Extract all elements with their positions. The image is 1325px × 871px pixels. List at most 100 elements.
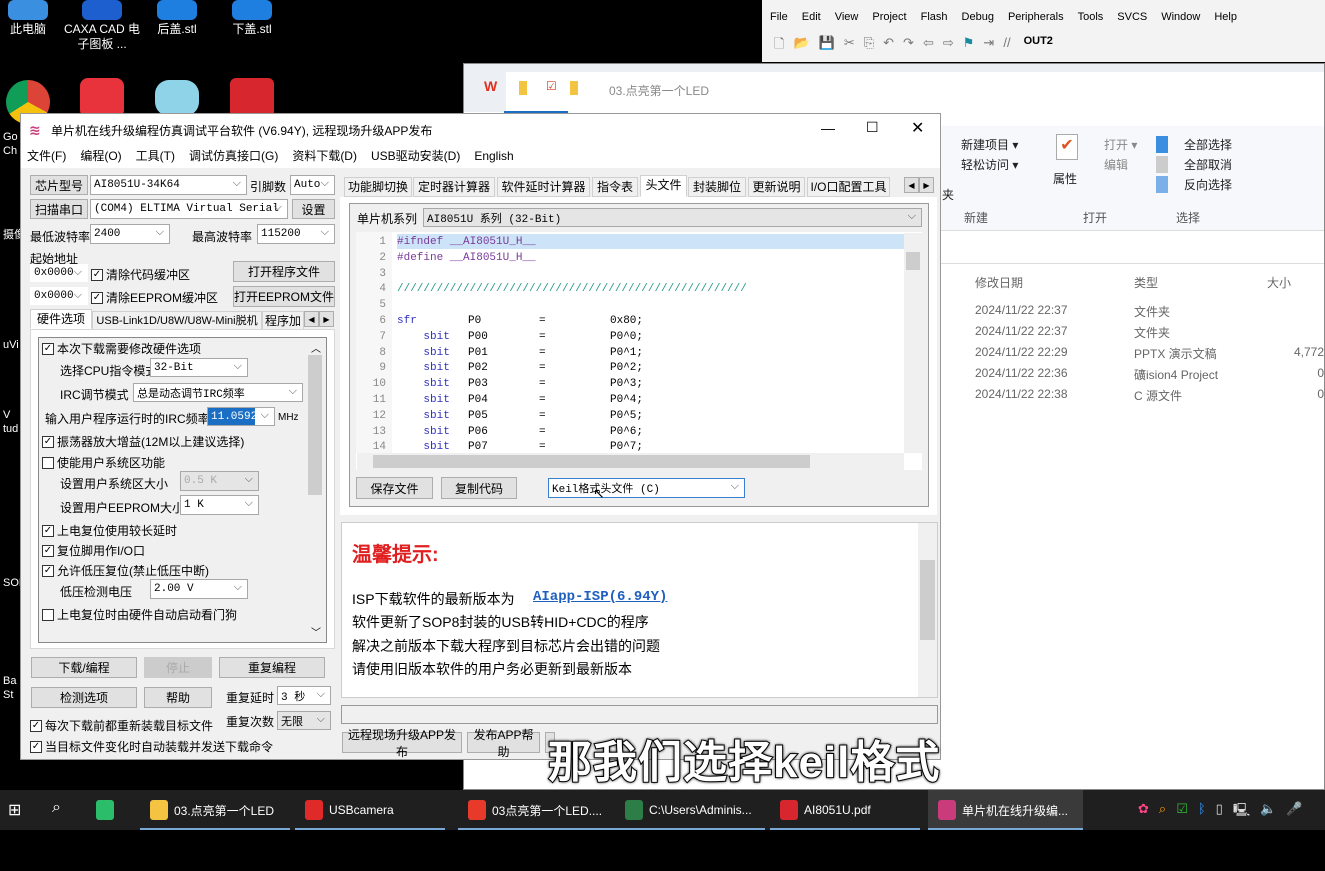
- scroll-up-icon[interactable]: ︿: [311, 340, 321, 355]
- tab-left-2[interactable]: 程序加: [262, 311, 304, 331]
- checkbox-icon[interactable]: [42, 608, 54, 621]
- keil-menu-item[interactable]: Project: [872, 11, 906, 23]
- taskbar-item[interactable]: AI8051U.pdf: [770, 790, 920, 830]
- keil-menu-item[interactable]: File: [770, 11, 788, 23]
- checkbox-icon[interactable]: ✓: [42, 524, 54, 537]
- file-row-date[interactable]: 2024/11/22 22:37: [975, 324, 1068, 338]
- tab-scroll-right[interactable]: ▶: [319, 311, 334, 327]
- taskbar-item[interactable]: 03点亮第一个LED....: [458, 790, 618, 830]
- isp-menu-item[interactable]: 资料下载(D): [292, 146, 357, 168]
- keil-menu-item[interactable]: SVCS: [1117, 11, 1147, 23]
- keil-menu-item[interactable]: Edit: [802, 11, 821, 23]
- mcu-series-select[interactable]: AI8051U 系列 (32-Bit): [423, 208, 922, 227]
- help-button[interactable]: 帮助: [144, 687, 212, 708]
- keil-menu-item[interactable]: Flash: [921, 11, 948, 23]
- code-hscroll-thumb[interactable]: [373, 455, 810, 468]
- stop-button[interactable]: 停止: [144, 657, 212, 678]
- taskbar-item[interactable]: 03.点亮第一个LED: [140, 790, 290, 830]
- repeat-delay-select[interactable]: 3 秒: [277, 686, 331, 705]
- file-row-type[interactable]: 礦ision4 Project: [1134, 366, 1218, 383]
- new-item-button[interactable]: 新建项目 ▾: [961, 136, 1018, 153]
- mic-icon[interactable]: 🎤: [1286, 801, 1302, 823]
- right-tab-scroll-left[interactable]: ◀: [904, 177, 919, 193]
- keil-menu-item[interactable]: Debug: [962, 11, 994, 23]
- bookmark-icon[interactable]: ⚑: [963, 35, 975, 57]
- file-row-date[interactable]: 2024/11/22 22:38: [975, 387, 1068, 401]
- isp-menu-item[interactable]: English: [474, 146, 513, 168]
- copy-code-button[interactable]: 复制代码: [441, 477, 517, 499]
- undo-icon[interactable]: ↶: [883, 35, 894, 57]
- tab-scroll-left[interactable]: ◀: [304, 311, 319, 327]
- publish-app-help-button[interactable]: 发布APP帮助: [467, 728, 540, 759]
- download-program-button[interactable]: 下载/编程: [31, 657, 137, 678]
- modify-hw-checkbox[interactable]: ✓ 本次下载需要修改硬件选项: [42, 340, 201, 357]
- redo-icon[interactable]: ↷: [903, 35, 914, 57]
- clear-eeprom-checkbox[interactable]: ✓ 清除EEPROM缓冲区: [91, 289, 218, 306]
- file-row-type[interactable]: 文件夹: [1134, 324, 1170, 341]
- checkbox-icon[interactable]: ✓: [91, 291, 103, 304]
- open-button[interactable]: 打开 ▾: [1104, 136, 1137, 153]
- cut-icon[interactable]: ✂: [844, 35, 855, 57]
- tab-7[interactable]: I/O口配置工具: [807, 177, 890, 197]
- isp-menu-item[interactable]: USB驱动安装(D): [371, 146, 460, 168]
- tab-0[interactable]: 功能脚切换: [344, 177, 412, 197]
- app-tray-icon[interactable]: ✿: [1138, 801, 1149, 823]
- desktop-icon-this-pc[interactable]: 此电脑: [0, 0, 68, 37]
- osc-gain-checkbox[interactable]: ✓ 振荡器放大增益(12M以上建议选择): [42, 433, 244, 450]
- new-file-icon[interactable]: 🗋: [774, 35, 784, 57]
- file-row-date[interactable]: 2024/11/22 22:37: [975, 303, 1068, 317]
- long-delay-checkbox[interactable]: ✓ 上电复位使用较长延时: [42, 522, 177, 539]
- taskbar-item[interactable]: C:\Users\Adminis...: [615, 790, 765, 830]
- irc-freq-input[interactable]: 11.0592: [207, 407, 275, 426]
- tab-3[interactable]: 指令表: [592, 177, 638, 197]
- checkbox-icon[interactable]: [42, 456, 54, 469]
- windows-start-icon[interactable]: ⊞: [8, 800, 21, 820]
- keil-menu-item[interactable]: Tools: [1078, 11, 1104, 23]
- eeprom-size-select[interactable]: 1 K: [180, 495, 259, 515]
- desktop-icon-bottom-cover[interactable]: 下盖.stl: [212, 0, 292, 37]
- keil-menu-item[interactable]: Help: [1214, 11, 1237, 23]
- reset-io-checkbox[interactable]: ✓ 复位脚用作I/O口: [42, 542, 145, 559]
- system-area-size-select[interactable]: 0.5 K: [180, 471, 259, 491]
- settings-button[interactable]: 设置: [292, 199, 335, 219]
- keil-menu-item[interactable]: Peripherals: [1008, 11, 1064, 23]
- watchdog-checkbox[interactable]: 上电复位时由硬件自动启动看门狗: [42, 606, 237, 623]
- checkbox-icon[interactable]: ✓: [30, 719, 42, 732]
- file-row-type[interactable]: C 源文件: [1134, 387, 1182, 404]
- file-row-date[interactable]: 2024/11/22 22:29: [975, 345, 1068, 359]
- desktop-icon-back-cover[interactable]: 后盖.stl: [137, 0, 217, 37]
- column-type[interactable]: 类型: [1134, 274, 1158, 291]
- checkbox-icon[interactable]: ✓: [91, 268, 103, 281]
- back-icon[interactable]: ⇦: [923, 35, 934, 57]
- properties-button[interactable]: 属性: [1053, 170, 1077, 187]
- netease-music-icon[interactable]: [80, 78, 124, 118]
- usb-icon[interactable]: ▯: [1216, 801, 1223, 823]
- pins-select[interactable]: Auto: [290, 175, 335, 195]
- file-row-type[interactable]: 文件夹: [1134, 303, 1170, 320]
- repeat-program-button[interactable]: 重复编程: [219, 657, 325, 678]
- open-icon[interactable]: 📂: [793, 35, 809, 57]
- user-system-area-checkbox[interactable]: 使能用户系统区功能: [42, 454, 165, 471]
- close-button[interactable]: ✕: [911, 118, 924, 138]
- clear-code-checkbox[interactable]: ✓ 清除代码缓冲区: [91, 266, 190, 283]
- tab-left-1[interactable]: USB-Link1D/U8W/U8W-Mini脱机: [92, 311, 262, 331]
- tab-4[interactable]: 头文件: [640, 175, 687, 197]
- check-tray-icon[interactable]: ☑: [1176, 801, 1188, 823]
- volume-icon[interactable]: 🔈: [1260, 801, 1276, 823]
- file-row-size[interactable]: 0: [1244, 387, 1324, 401]
- isp-menu-item[interactable]: 工具(T): [136, 146, 175, 168]
- low-voltage-select[interactable]: 2.00 V: [150, 579, 248, 599]
- max-baud-select[interactable]: 115200: [257, 224, 335, 244]
- save-icon[interactable]: 💾: [819, 35, 835, 57]
- tab-5[interactable]: 封装脚位: [688, 177, 746, 197]
- taskbar-item[interactable]: USBcamera: [295, 790, 445, 830]
- properties-check-icon[interactable]: ✔: [1056, 134, 1078, 160]
- maximize-button[interactable]: ☐: [866, 119, 879, 136]
- select-all-button[interactable]: 全部选择: [1156, 136, 1232, 153]
- detect-options-button[interactable]: 检测选项: [31, 687, 137, 708]
- auto-load-checkbox[interactable]: ✓ 当目标文件变化时自动装载并发送下载命令: [30, 738, 273, 755]
- copy-icon[interactable]: ⎘: [864, 35, 874, 57]
- forward-icon[interactable]: ⇨: [943, 35, 954, 57]
- lvr-checkbox[interactable]: ✓ 允许低压复位(禁止低压中断): [42, 562, 209, 579]
- header-format-select[interactable]: Keil格式头文件 (C): [548, 478, 745, 498]
